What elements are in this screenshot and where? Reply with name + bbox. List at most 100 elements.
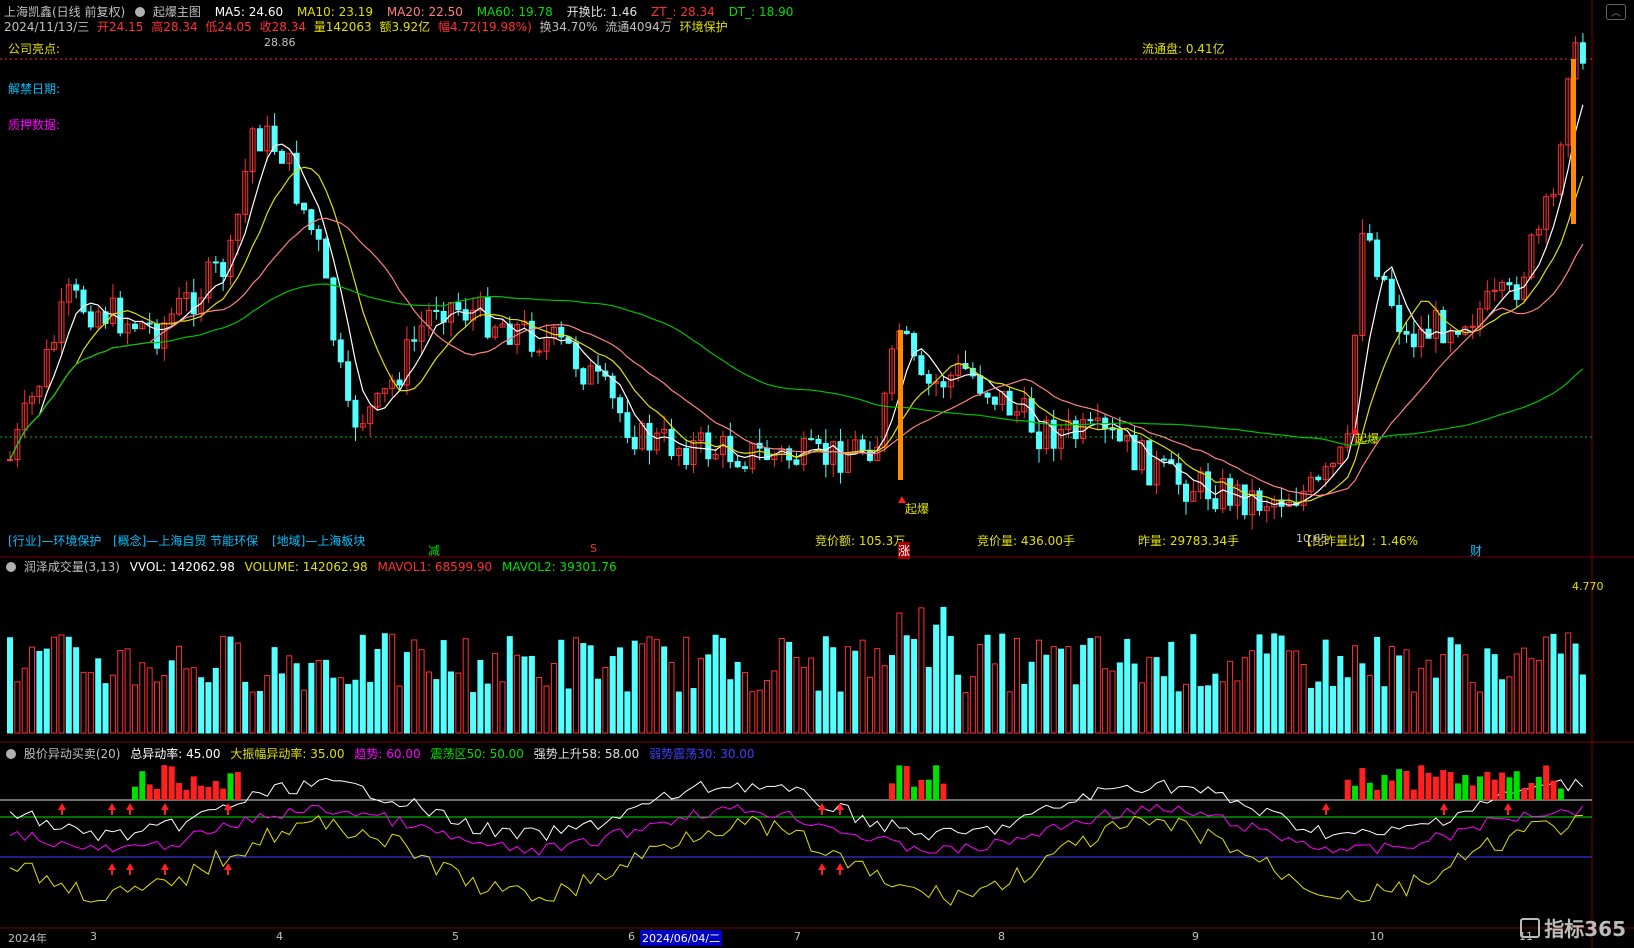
candle-body (411, 339, 418, 342)
candle-body (308, 209, 315, 231)
x-axis-label: 8 (998, 930, 1005, 943)
buy-arrow-icon (224, 803, 232, 810)
pledge-data-label: 质押数据: (8, 118, 61, 132)
candle-body (1241, 484, 1248, 516)
candle-body (278, 150, 285, 164)
candle-body (1006, 390, 1013, 416)
event-jian-icon[interactable]: 减 (428, 542, 440, 559)
volume-bar (462, 638, 469, 734)
candle-body (1513, 284, 1520, 300)
volume-bar (624, 691, 631, 734)
candle-body (1440, 310, 1447, 344)
volume-bar (95, 658, 102, 734)
volume-bar (925, 667, 932, 734)
candle-body (1146, 440, 1153, 486)
signal-block (918, 779, 925, 800)
volume-bar (903, 635, 910, 734)
signal-block (190, 776, 197, 800)
total-rate: 总异动率: 45.00 (130, 747, 221, 761)
volume-bar (1550, 633, 1557, 734)
volume-bar (1241, 657, 1248, 734)
candle-body (617, 397, 624, 414)
mavol2-value: MAVOL2: 39301.76 (502, 560, 617, 574)
volume-bar (1484, 648, 1491, 734)
signal-block (212, 781, 219, 800)
candle-body (1388, 278, 1395, 306)
volume-bar (499, 681, 506, 734)
candle-body (991, 396, 998, 405)
x-axis-label: 10 (1370, 930, 1384, 943)
buy-arrow-icon (836, 863, 844, 870)
volume-bar (29, 646, 36, 734)
volume-indicator-icon[interactable] (6, 562, 16, 572)
volume-bar (1447, 637, 1454, 734)
volume-bar (837, 691, 844, 734)
trend-value: 趋势: 60.00 (354, 747, 421, 761)
event-cai-icon[interactable]: 财 (1470, 542, 1482, 559)
volume-indicator-title[interactable]: 润泽成交量(3,13) (24, 560, 120, 574)
range-zone-value: 震荡区50: 50.00 (430, 747, 524, 761)
volume-bar (249, 691, 256, 734)
volume-bar (1337, 655, 1344, 734)
volume-bar (1028, 661, 1035, 734)
x-axis-label: 7 (794, 930, 801, 943)
concept-tag[interactable]: [概念]—上海自贸 节能环保 (113, 532, 258, 549)
volume-bar (572, 637, 579, 734)
buy-arrow-stem (839, 870, 841, 875)
event-s-icon[interactable]: S (590, 542, 597, 555)
signal-block (1410, 789, 1417, 800)
candle-body (462, 309, 469, 321)
volume-bar (911, 639, 918, 734)
volume-bar (705, 654, 712, 734)
region-tag[interactable]: [地域]—上海板块 (272, 532, 365, 549)
candle-body (1072, 420, 1079, 440)
buy-arrow-icon (1504, 803, 1512, 810)
signal-indicator-title[interactable]: 股价异动买卖(20) (24, 747, 121, 761)
candle-body (1160, 458, 1167, 461)
volume-bar (381, 633, 388, 734)
signal-block (1432, 776, 1439, 800)
volume-bar (1491, 654, 1498, 734)
signal-block (1469, 785, 1476, 800)
volume-bar (1521, 647, 1528, 734)
volume-bar (234, 642, 241, 734)
breakout-bar-1 (898, 330, 903, 480)
volume-bar (1183, 683, 1189, 734)
signal-block (1513, 771, 1520, 800)
volume-bar (1175, 691, 1182, 734)
signal-block (1454, 783, 1461, 800)
signal-indicator-icon[interactable] (6, 749, 16, 759)
signal-block (1388, 780, 1395, 800)
volume-bar (889, 655, 895, 734)
signal-block (168, 766, 175, 800)
volume-bar (389, 633, 396, 734)
volume-bar (617, 647, 624, 734)
volume-bar (602, 666, 609, 734)
kline-chart[interactable] (0, 0, 1634, 948)
volume-bar (1080, 644, 1087, 734)
volume-panel-header: 润泽成交量(3,13) VVOL: 142062.98 VOLUME: 1420… (6, 558, 617, 575)
volume-bar (1381, 686, 1388, 734)
volume-bar (609, 656, 616, 734)
candle-body (337, 339, 344, 363)
signal-block (1447, 772, 1454, 800)
volume-bar (87, 672, 94, 734)
volume-bar (653, 639, 660, 734)
volume-bar (440, 640, 447, 734)
volume-bar (1418, 667, 1425, 734)
volume-bar (425, 671, 432, 734)
candle-body (315, 229, 322, 240)
volume-bar (1366, 674, 1373, 734)
industry-tag[interactable]: [行业]—环境保护 (8, 532, 101, 549)
volume-bar (124, 648, 131, 734)
signal-trend-line (9, 803, 1584, 856)
volume-bar (514, 654, 521, 734)
volume-bar (808, 657, 815, 734)
signal-block (1543, 765, 1550, 800)
buy-arrow-stem (1325, 810, 1327, 815)
volume-bar (293, 663, 300, 734)
volume-bar (1543, 636, 1550, 734)
volume-bar (521, 656, 528, 734)
event-zhang-icon[interactable]: 涨 (898, 542, 911, 559)
volume-bar (264, 674, 271, 734)
